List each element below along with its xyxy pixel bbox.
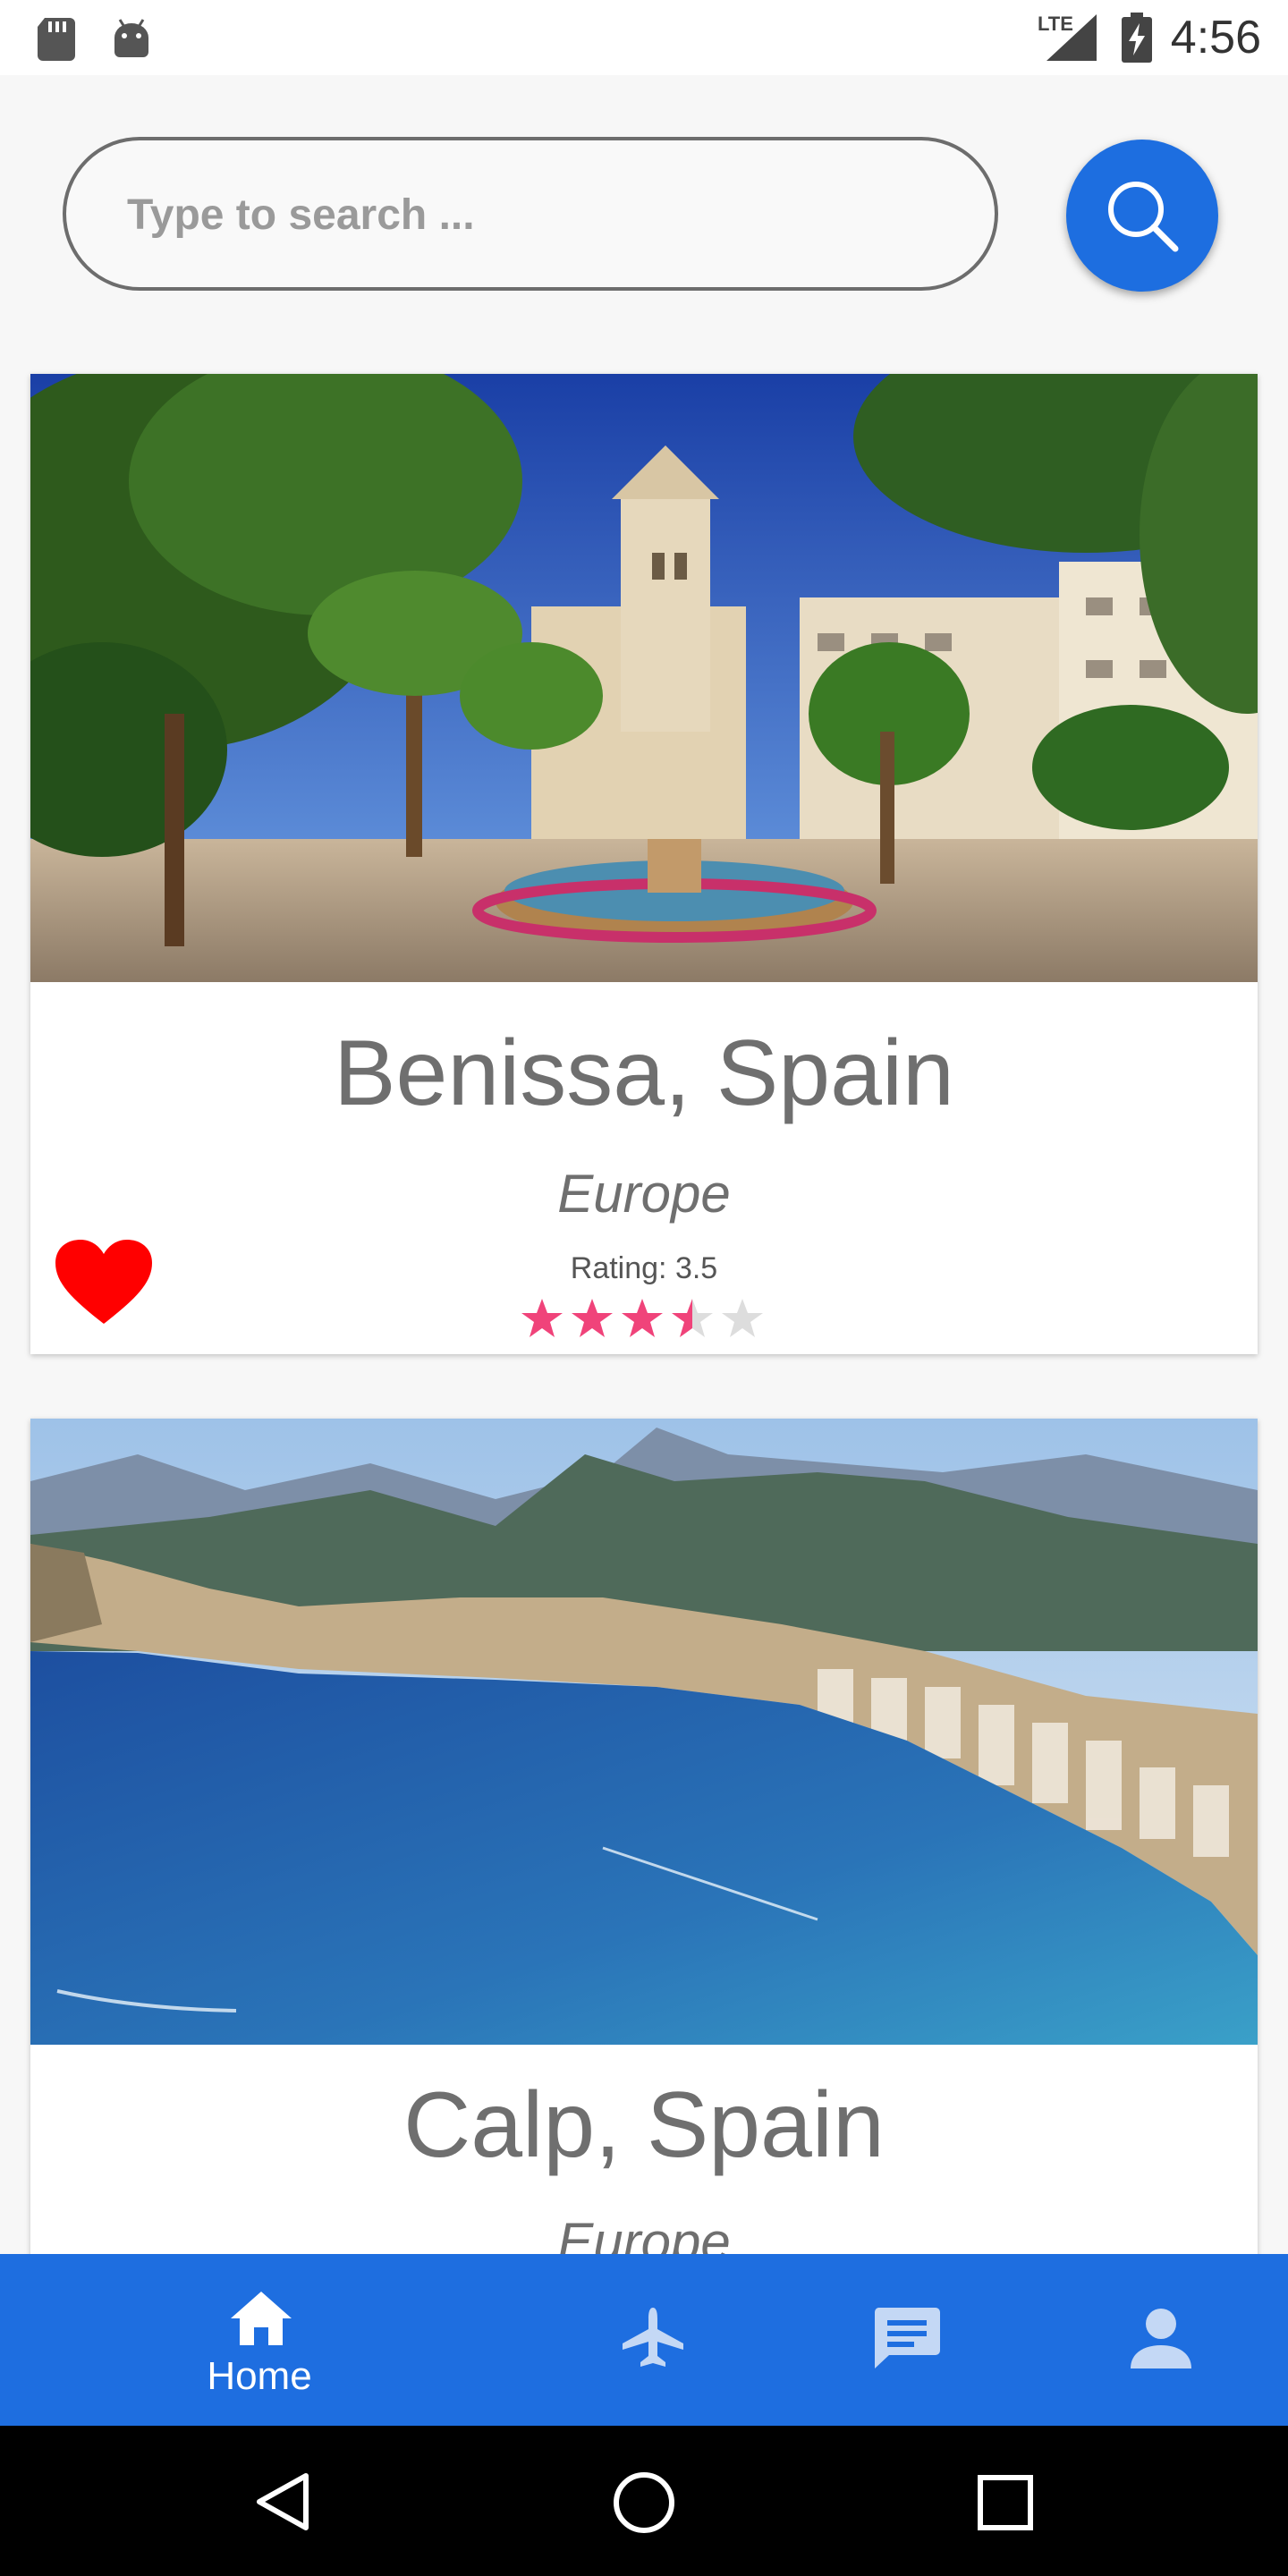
nav-home-label: Home [207, 2354, 312, 2398]
signal-icon [1046, 14, 1097, 61]
star-half-icon [672, 1299, 713, 1337]
star-empty-icon [722, 1299, 763, 1337]
nav-trips[interactable] [590, 2254, 716, 2426]
nav-messages[interactable] [844, 2254, 970, 2426]
destination-card[interactable]: Benissa, Spain Europe Rating: 3.5 [30, 374, 1258, 1354]
destination-title: Calp, Spain [403, 2073, 885, 2177]
sd-card-icon [38, 18, 75, 61]
android-debug-icon [114, 19, 148, 57]
star-filled-icon [521, 1299, 563, 1337]
system-navigation-bar [0, 2426, 1288, 2576]
search-icon [1108, 182, 1179, 252]
star-filled-icon [622, 1299, 663, 1337]
rating-stars [521, 1299, 763, 1337]
back-icon[interactable] [254, 2472, 311, 2531]
star-filled-icon [572, 1299, 613, 1337]
status-bar: LTE 4:56 [0, 0, 1288, 75]
destination-title: Benissa, Spain [334, 1021, 954, 1125]
search-field[interactable] [63, 137, 998, 291]
bottom-navigation: Home [0, 2254, 1288, 2426]
destination-region: Europe [557, 1164, 731, 1224]
home-circle-icon[interactable] [612, 2470, 676, 2535]
recents-icon[interactable] [977, 2474, 1034, 2531]
nav-profile[interactable] [1098, 2254, 1224, 2426]
destination-card[interactable]: Calp, Spain Europe [30, 1419, 1258, 2277]
destination-photo [30, 1419, 1258, 2045]
rating-label: Rating: 3.5 [570, 1251, 718, 1285]
search-input[interactable] [125, 140, 970, 289]
search-button[interactable] [1066, 140, 1218, 292]
person-icon [1131, 2309, 1191, 2368]
airplane-icon [623, 2308, 683, 2367]
home-icon [231, 2292, 292, 2345]
battery-charging-icon [1122, 13, 1152, 63]
nav-home[interactable]: Home [143, 2254, 376, 2426]
chat-icon [874, 2308, 940, 2368]
destination-photo [30, 374, 1258, 982]
clock: 4:56 [1170, 12, 1261, 64]
